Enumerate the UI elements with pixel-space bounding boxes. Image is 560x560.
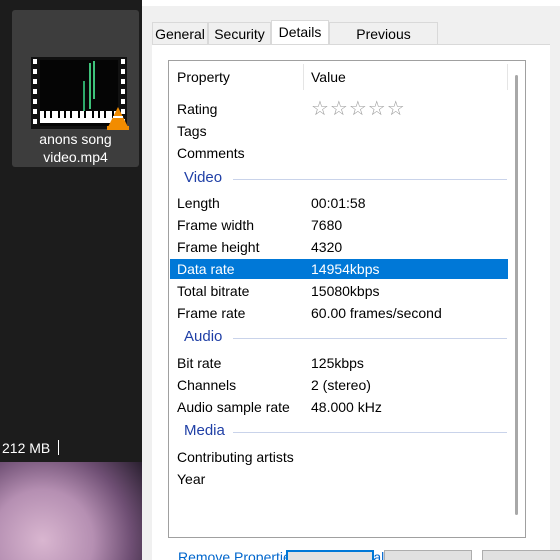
row-audio-sample-rate[interactable]: Audio sample rate 48.000 kHz bbox=[170, 397, 508, 417]
row-rating[interactable]: Rating ☆☆☆☆☆ bbox=[170, 99, 508, 119]
tab-details[interactable]: Details bbox=[271, 20, 329, 45]
ok-button[interactable] bbox=[286, 550, 374, 560]
group-divider bbox=[233, 179, 507, 180]
file-name-line2: video.mp4 bbox=[43, 149, 108, 165]
row-property: Bit rate bbox=[177, 355, 222, 371]
row-channels[interactable]: Channels 2 (stereo) bbox=[170, 375, 508, 395]
column-divider[interactable] bbox=[303, 64, 304, 90]
column-property[interactable]: Property bbox=[177, 69, 230, 85]
file-name: anons song video.mp4 bbox=[12, 130, 139, 166]
row-value: 00:01:58 bbox=[311, 195, 366, 211]
row-value: 60.00 frames/second bbox=[311, 305, 442, 321]
tab-general[interactable]: General bbox=[152, 22, 208, 44]
row-contributing-artists[interactable]: Contributing artists bbox=[170, 447, 508, 467]
group-header-media: Media bbox=[184, 422, 225, 439]
apply-button[interactable] bbox=[482, 550, 560, 560]
desktop-wallpaper bbox=[0, 462, 142, 560]
status-separator bbox=[58, 440, 59, 455]
row-total-bitrate[interactable]: Total bitrate 15080kbps bbox=[170, 281, 508, 301]
file-item-video[interactable]: anons song video.mp4 bbox=[12, 10, 139, 167]
column-header: Property Value bbox=[169, 61, 525, 90]
dialog-title-bar bbox=[142, 0, 560, 6]
row-property: Frame rate bbox=[177, 305, 246, 321]
row-tags[interactable]: Tags bbox=[170, 121, 508, 141]
properties-list[interactable]: Property Value Rating ☆☆☆☆☆ Tags Comment… bbox=[168, 60, 526, 538]
scrollbar-thumb[interactable] bbox=[515, 75, 518, 515]
rating-stars-icon[interactable]: ☆☆☆☆☆ bbox=[311, 99, 406, 119]
status-selected-size: 212 MB bbox=[2, 440, 51, 456]
row-property: Frame height bbox=[177, 239, 260, 255]
column-value[interactable]: Value bbox=[311, 69, 346, 85]
list-scrollbar[interactable] bbox=[508, 61, 525, 537]
row-value: 14954kbps bbox=[311, 261, 380, 277]
row-data-rate-selected[interactable]: Data rate 14954kbps bbox=[170, 259, 508, 279]
row-value: 4320 bbox=[311, 239, 343, 255]
row-property: Data rate bbox=[177, 261, 235, 277]
row-frame-rate[interactable]: Frame rate 60.00 frames/second bbox=[170, 303, 508, 323]
cancel-button[interactable] bbox=[384, 550, 472, 560]
row-property: Channels bbox=[177, 377, 237, 393]
row-property: Audio sample rate bbox=[177, 399, 290, 415]
row-property: Tags bbox=[177, 123, 207, 139]
row-frame-height[interactable]: Frame height 4320 bbox=[170, 237, 508, 257]
row-frame-width[interactable]: Frame width 7680 bbox=[170, 215, 508, 235]
row-value: 7680 bbox=[311, 217, 343, 233]
row-property: Length bbox=[177, 195, 220, 211]
group-header-video: Video bbox=[184, 169, 223, 186]
explorer-pane: anons song video.mp4 212 MB bbox=[0, 0, 142, 560]
row-value: 2 (stereo) bbox=[311, 377, 371, 393]
row-value: 125kbps bbox=[311, 355, 364, 371]
row-value: 48.000 kHz bbox=[311, 399, 382, 415]
tab-previous-versions[interactable]: Previous Versions bbox=[329, 22, 438, 64]
row-year[interactable]: Year bbox=[170, 469, 508, 489]
video-thumbnail-icon bbox=[31, 57, 129, 130]
group-divider bbox=[233, 338, 507, 339]
row-bit-rate[interactable]: Bit rate 125kbps bbox=[170, 353, 508, 373]
details-panel: Property Value Rating ☆☆☆☆☆ Tags Comment… bbox=[152, 44, 550, 560]
row-comments[interactable]: Comments bbox=[170, 143, 508, 163]
group-divider bbox=[233, 432, 507, 433]
group-header-audio: Audio bbox=[184, 328, 223, 345]
row-property: Rating bbox=[177, 101, 218, 117]
file-name-line1: anons song bbox=[39, 131, 112, 147]
row-value: 15080kbps bbox=[311, 283, 380, 299]
row-property: Comments bbox=[177, 145, 245, 161]
row-property: Total bitrate bbox=[177, 283, 250, 299]
row-property: Year bbox=[177, 471, 206, 487]
row-property: Contributing artists bbox=[177, 449, 294, 465]
row-property: Frame width bbox=[177, 217, 255, 233]
tab-security[interactable]: Security bbox=[208, 22, 271, 44]
row-length[interactable]: Length 00:01:58 bbox=[170, 193, 508, 213]
properties-dialog: General Security Details Previous Versio… bbox=[142, 0, 560, 560]
